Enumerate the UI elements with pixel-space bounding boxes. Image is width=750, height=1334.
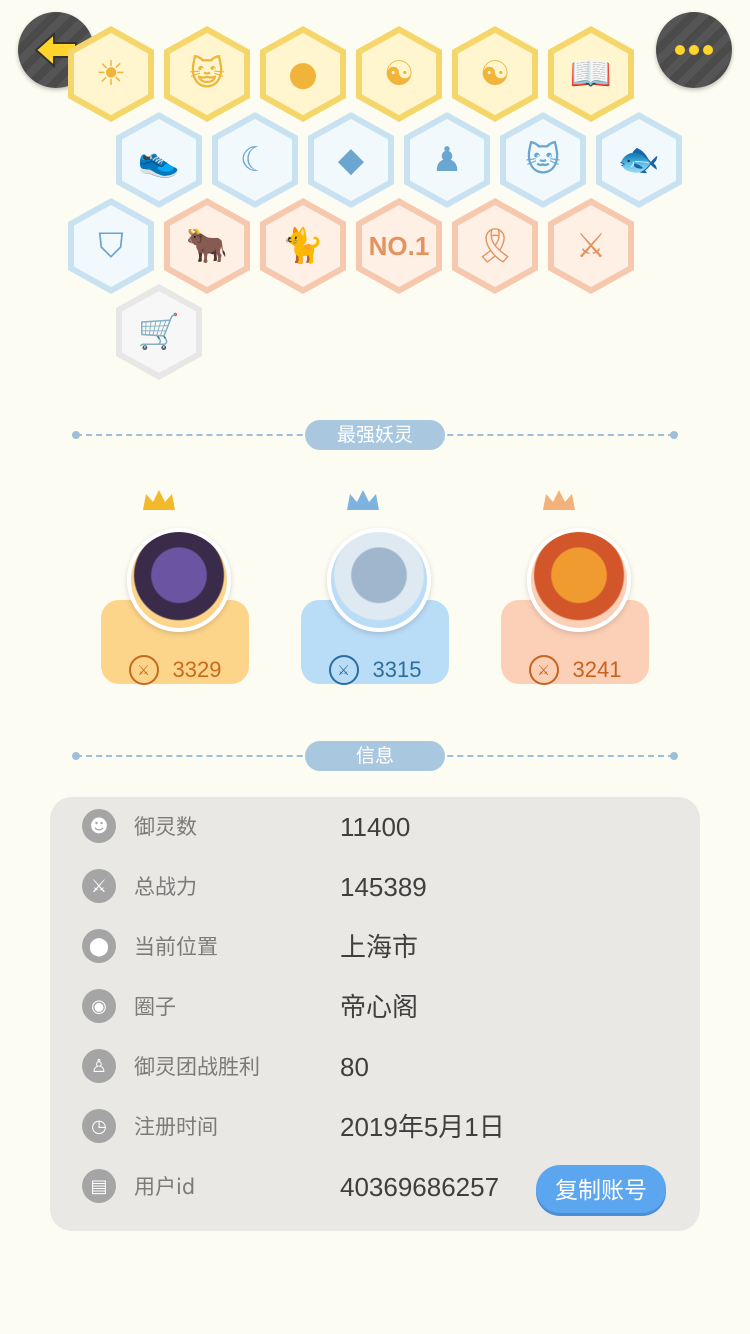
info-row: ◷ 注册时间 2019年5月1日 [50, 1097, 700, 1157]
achievement-badge[interactable]: ◆ [308, 112, 394, 208]
info-value: 11400 [340, 812, 411, 842]
info-row: ⬤ 当前位置 上海市 [50, 917, 700, 977]
achievement-badge[interactable]: ⚔ [548, 198, 634, 294]
spirit-power-value: 3329 [172, 657, 222, 682]
achievement-badge[interactable]: 📖 [548, 26, 634, 122]
badge-blue-sneaker-icon: 👟 [137, 140, 181, 180]
achievement-badge[interactable]: 🛒 [116, 284, 202, 380]
info-label: 用户id [134, 1175, 196, 1199]
info-value: 上海市 [340, 932, 419, 962]
crown-icon [143, 490, 175, 510]
achievement-badge[interactable]: 🐂 [164, 198, 250, 294]
achievement-badge[interactable]: 🐟 [596, 112, 682, 208]
info-section-title: 信息 [305, 741, 445, 771]
badge-peach-swords-icon: ⚔ [575, 226, 607, 266]
spirit-avatar [127, 528, 231, 632]
copy-account-button[interactable]: 复制账号 [536, 1165, 666, 1213]
top-spirit-card[interactable]: ⚔ 3315 [301, 488, 449, 688]
info-value: 帝心阁 [340, 992, 419, 1022]
id-card-icon: ▤ [82, 1169, 116, 1203]
info-value: 145389 [340, 872, 427, 902]
badge-blue-shield-icon: ⛉ [98, 226, 124, 266]
badge-blue-moon-icon: ☾ [239, 140, 271, 180]
info-value: 2019年5月1日 [340, 1112, 505, 1142]
spirits-section-title: 最强妖灵 [305, 420, 445, 450]
achievement-badge[interactable]: 🐈 [260, 198, 346, 294]
info-label: 御灵团战胜利 [134, 1055, 260, 1079]
circle-group-icon: ◉ [82, 989, 116, 1023]
spirit-count-icon: ☻ [82, 809, 116, 843]
info-row: ♙ 御灵团战胜利 80 [50, 1037, 700, 1097]
achievement-badge[interactable]: ● [260, 26, 346, 122]
badge-blue-cat-icon: 🐱 [525, 140, 561, 180]
sword-icon: ⚔ [128, 655, 159, 685]
location-pin-icon: ⬤ [82, 929, 116, 963]
achievement-badge[interactable]: ☾ [212, 112, 298, 208]
achievement-badge[interactable]: ⛉ [68, 198, 154, 294]
badge-gold-fox-book-icon: 📖 [569, 54, 613, 94]
info-row: ⚔ 总战力 145389 [50, 857, 700, 917]
achievement-badge[interactable]: 🐱 [500, 112, 586, 208]
badge-gold-yinyang-box-icon: ☯ [479, 54, 511, 94]
achievement-badge[interactable]: 😺 [164, 26, 250, 122]
info-row: ◉ 圈子 帝心阁 [50, 977, 700, 1037]
info-card: ☻ 御灵数 11400 ⚔ 总战力 145389 ⬤ 当前位置 上海市 ◉ 圈子 帝心阁 ♙ 御灵团战胜利… [50, 797, 700, 1231]
spirit-power: ⚔ 3315 [301, 652, 449, 688]
sword-icon: ⚔ [328, 655, 359, 685]
info-label: 注册时间 [134, 1115, 218, 1139]
spirit-power-value: 3241 [572, 657, 622, 682]
achievement-badge[interactable]: 🎗 [452, 198, 538, 294]
sword-icon: ⚔ [82, 869, 116, 903]
badge-peach-cats-icon: 🐈 [281, 226, 325, 266]
spirit-avatar [527, 528, 631, 632]
crown-icon [543, 490, 575, 510]
badge-gold-orb-icon: ● [288, 54, 318, 94]
spirit-power: ⚔ 3241 [501, 652, 649, 688]
badge-peach-no1-icon: NO.1 [368, 230, 430, 261]
top-spirit-card[interactable]: ⚔ 3329 [101, 488, 249, 688]
achievement-badge[interactable]: ☯ [356, 26, 442, 122]
clock-icon: ◷ [82, 1109, 116, 1143]
spirit-power: ⚔ 3329 [101, 652, 249, 688]
info-label: 当前位置 [134, 935, 218, 959]
badge-grey-stroller-icon: 🛒 [137, 312, 181, 352]
badge-blue-crystal-icon: ◆ [337, 140, 365, 180]
spirit-power-value: 3315 [372, 657, 422, 682]
info-value: 40369686257 [340, 1172, 500, 1202]
info-row: ☻ 御灵数 11400 [50, 797, 700, 857]
spirit-avatar [327, 528, 431, 632]
info-label: 御灵数 [134, 815, 197, 839]
achievement-badge[interactable]: ♟ [404, 112, 490, 208]
more-dots-icon [675, 45, 713, 55]
crown-icon [347, 490, 379, 510]
top-spirit-card[interactable]: ⚔ 3241 [501, 488, 649, 688]
info-label: 总战力 [134, 875, 197, 899]
badge-blue-koi-icon: 🐟 [617, 140, 661, 180]
achievement-badge[interactable]: NO.1 [356, 198, 442, 294]
badge-peach-ox-icon: 🐂 [185, 226, 229, 266]
badge-peach-banner-icon: 🎗 [473, 226, 517, 266]
more-button[interactable] [656, 12, 732, 88]
achievement-badge[interactable]: 👟 [116, 112, 202, 208]
badge-gold-cat-face-icon: 😺 [189, 54, 225, 94]
sword-icon: ⚔ [528, 655, 559, 685]
badge-gold-yinyang-comet-icon: ☯ [383, 54, 415, 94]
info-value: 80 [340, 1052, 369, 1082]
trophy-figure-icon: ♙ [82, 1049, 116, 1083]
achievement-badge[interactable]: ☯ [452, 26, 538, 122]
info-label: 圈子 [134, 995, 176, 1019]
badge-gold-sun-icon: ☀ [95, 54, 127, 94]
badge-blue-figure-icon: ♟ [431, 140, 463, 180]
